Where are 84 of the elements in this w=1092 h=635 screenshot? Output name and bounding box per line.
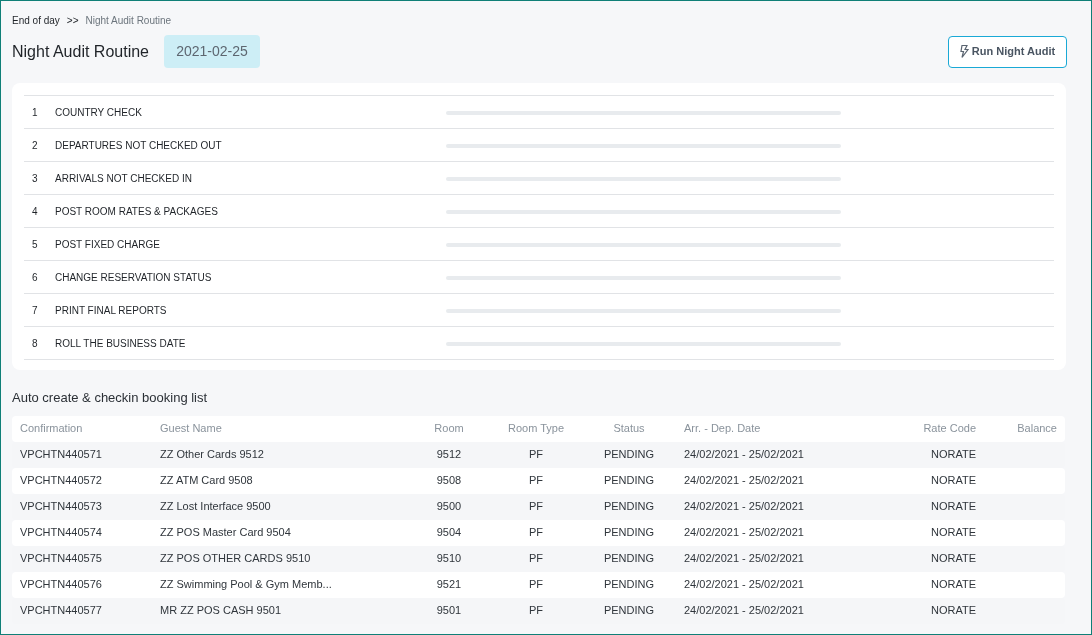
table-cell-text: NORATE [929,551,977,567]
step-number: 3 [31,171,39,186]
table-cell-text: MR ZZ POS CASH 9501 [160,603,283,619]
table-cell-text: VPCHTN440577 [19,603,103,619]
table-cell-text: PENDING [602,499,656,515]
step-label: ROLL THE BUSINESS DATE [55,336,187,351]
breadcrumb-link[interactable]: End of day [12,12,60,28]
step-number: 8 [31,336,39,351]
table-cell-text: 24/02/2021 - 25/02/2021 [684,577,805,593]
column-header: Room [433,421,465,437]
table-cell-text: VPCHTN440574 [19,525,103,541]
table-cell-text: NORATE [929,499,977,515]
breadcrumb-separator: >> [66,13,79,28]
table-cell-text: PENDING [602,473,656,489]
step-number: 2 [31,138,39,153]
table-cell-text: PF [527,577,545,593]
table-cell-text: VPCHTN440572 [19,473,103,489]
table-cell-text: ZZ Other Cards 9512 [160,447,265,463]
table-cell-text: ZZ POS Master Card 9504 [160,525,292,541]
table-cell-text: PENDING [602,603,656,619]
step-number: 1 [31,105,39,120]
table-row[interactable]: VPCHTN440574 ZZ POS Master Card 9504 9504 PF PENDING 24/02/2021 - 25/02/2021 NORATE [12,519,1065,546]
table-cell-text: ZZ Lost Interface 9500 [160,499,272,515]
table-cell-text: 9510 [435,551,463,567]
table-cell-text: PENDING [602,577,656,593]
table-cell-text: NORATE [929,603,977,619]
table-cell-text: NORATE [929,447,977,463]
step-label: CHANGE RESERVATION STATUS [55,270,213,285]
step-number: 7 [31,303,39,318]
breadcrumb-current: Night Audit Routine [85,13,172,28]
table-cell-text: PF [527,473,545,489]
step-number: 6 [31,270,39,285]
table-cell-text: PENDING [602,525,656,541]
step-number: 4 [31,204,39,219]
table-cell-text: 24/02/2021 - 25/02/2021 [684,499,805,515]
table-cell-text: VPCHTN440576 [19,577,103,593]
table-cell-text: 24/02/2021 - 25/02/2021 [684,551,805,567]
step-label: POST FIXED CHARGE [55,237,161,252]
table-cell-text: 24/02/2021 - 25/02/2021 [684,473,805,489]
step-label: PRINT FINAL REPORTS [55,303,168,318]
table-cell-text: PF [527,499,545,515]
column-header: Status [612,421,646,437]
step-number: 5 [31,237,39,252]
column-header: Room Type [506,421,566,437]
table-cell-text: PF [527,551,545,567]
column-header: Guest Name [160,421,223,437]
table-cell-text: 9521 [435,577,463,593]
table-cell-text: NORATE [929,473,977,489]
table-cell-text: ZZ POS OTHER CARDS 9510 [160,551,312,567]
column-header: Rate Code [922,421,977,437]
column-header: Arr. - Dep. Date [684,421,762,437]
step-label: COUNTRY CHECK [55,105,143,120]
run-night-audit-button[interactable]: Run Night Audit [948,35,1067,68]
step-label: ARRIVALS NOT CHECKED IN [55,171,193,186]
table-cell-text: 9500 [435,499,463,515]
table-cell-text: 9504 [435,525,463,541]
table-cell-text: PF [527,603,545,619]
business-date-badge: 2021-02-25 [164,35,260,68]
column-header: Balance [1016,421,1058,437]
column-header: Confirmation [19,421,84,437]
table-cell-text: 24/02/2021 - 25/02/2021 [684,603,805,619]
table-cell-text: ZZ ATM Card 9508 [160,473,254,489]
table-cell-text: NORATE [929,577,977,593]
table-cell-text: PF [527,447,545,463]
table-cell-text: ZZ Swimming Pool & Gym Memb... [160,577,333,593]
step-label: POST ROOM RATES & PACKAGES [55,204,219,219]
table-cell-text: VPCHTN440573 [19,499,103,515]
table-cell-text: PENDING [602,551,656,567]
page-title: Night Audit Routine [12,41,149,62]
table-cell-text: 9501 [435,603,463,619]
table-row[interactable]: VPCHTN440576 ZZ Swimming Pool & Gym Memb... 9521 PF PENDING 24/02/2021 - 25/02/2021 NORATE [12,571,1065,598]
table-cell-text: VPCHTN440575 [19,551,103,567]
table-row[interactable]: VPCHTN440572 ZZ ATM Card 9508 9508 PF PENDING 24/02/2021 - 25/02/2021 NORATE [12,467,1065,494]
section-title: Auto create & checkin booking list [12,389,209,407]
table-cell-text: PENDING [602,447,656,463]
table-cell-text: 9508 [435,473,463,489]
lightning-icon [959,45,969,58]
table-cell-text: 9512 [435,447,463,463]
table-cell-text: 24/02/2021 - 25/02/2021 [684,447,805,463]
table-cell-text: PF [527,525,545,541]
table-cell-text: 24/02/2021 - 25/02/2021 [684,525,805,541]
step-label: DEPARTURES NOT CHECKED OUT [55,138,223,153]
table-cell-text: NORATE [929,525,977,541]
table-cell-text: VPCHTN440571 [19,447,103,463]
